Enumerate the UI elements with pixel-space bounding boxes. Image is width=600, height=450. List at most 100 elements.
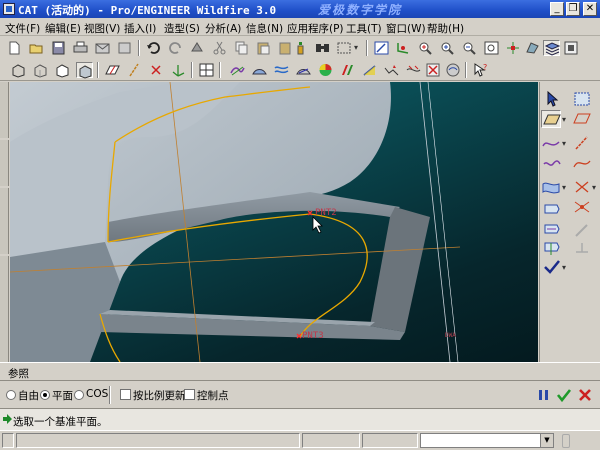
menu-view[interactable]: 视图(V) <box>84 21 120 36</box>
references-tab[interactable]: 参照 <box>8 366 29 381</box>
plane-icon[interactable] <box>541 110 561 128</box>
control-points-label[interactable]: 控制点 <box>197 388 229 403</box>
whats-this-icon[interactable]: ? <box>472 62 489 78</box>
layers-icon[interactable] <box>543 40 561 56</box>
wireframe-icon[interactable] <box>10 62 27 78</box>
redo-icon[interactable] <box>167 40 184 56</box>
deviation-icon[interactable] <box>383 62 400 78</box>
reflection-icon[interactable] <box>273 62 290 78</box>
normal-icon[interactable] <box>361 62 378 78</box>
menu-window[interactable]: 窗口(W) <box>386 21 426 36</box>
shaded-curvature-icon[interactable] <box>295 62 312 78</box>
cos-radio[interactable] <box>74 390 84 400</box>
plane-radio[interactable] <box>40 390 50 400</box>
left-panel-tab-top[interactable] <box>0 82 9 138</box>
free-curve-icon[interactable] <box>542 154 562 172</box>
send-icon[interactable] <box>116 40 133 56</box>
refit-icon[interactable] <box>483 40 500 56</box>
left-panel-tab-bottom[interactable] <box>0 188 9 254</box>
trim-analysis-icon[interactable] <box>405 62 422 78</box>
app-icon[interactable] <box>3 3 15 15</box>
chevron-down-icon[interactable]: ▼ <box>540 434 553 447</box>
graphics-window[interactable]: PNT2 PNT3 DWA <box>10 82 538 362</box>
zoom-out-icon[interactable] <box>461 40 478 56</box>
confirm-button[interactable] <box>555 386 573 404</box>
drop-icon[interactable] <box>572 240 592 258</box>
copy-icon[interactable] <box>233 40 250 56</box>
menu-analysis[interactable]: 分析(A) <box>205 21 241 36</box>
csys-display-icon[interactable] <box>170 62 187 78</box>
axis-display-icon[interactable] <box>126 62 143 78</box>
delete-analysis-icon[interactable] <box>425 62 442 78</box>
left-panel-tab-lower[interactable] <box>0 256 9 362</box>
cut-icon[interactable] <box>211 40 228 56</box>
open-icon[interactable] <box>28 40 45 56</box>
surface-icon[interactable] <box>541 178 561 196</box>
menu-file[interactable]: 文件(F) <box>5 21 40 36</box>
selection-filter-dropdown[interactable]: ▼ <box>420 433 554 448</box>
menu-tools[interactable]: 工具(T) <box>346 21 382 36</box>
style-surface-icon[interactable] <box>572 90 592 108</box>
plane-label[interactable]: 平面 <box>52 388 73 403</box>
saved-views-icon[interactable] <box>524 40 541 56</box>
model-tree-icon[interactable] <box>292 40 309 56</box>
save-analysis-icon[interactable] <box>445 62 462 78</box>
datum-label[interactable]: DWA <box>445 332 456 339</box>
select-icon[interactable] <box>542 90 562 108</box>
select-box-icon[interactable] <box>336 40 353 56</box>
slope-icon[interactable] <box>339 62 356 78</box>
csys-icon[interactable] <box>395 40 412 56</box>
project-icon[interactable] <box>542 240 562 258</box>
done-icon[interactable] <box>542 258 562 276</box>
free-radio[interactable] <box>6 390 16 400</box>
sketch-icon[interactable] <box>373 40 390 56</box>
surface-analysis-icon[interactable] <box>251 62 268 78</box>
spin-center-icon[interactable] <box>505 40 522 56</box>
menu-style[interactable]: 造型(S) <box>164 21 200 36</box>
curve-edit-icon[interactable] <box>572 154 592 172</box>
menu-help[interactable]: 帮助(H) <box>427 21 464 36</box>
pnt2-label[interactable]: PNT2 <box>315 208 337 218</box>
print-icon[interactable] <box>72 40 89 56</box>
control-points-checkbox[interactable] <box>184 389 195 400</box>
pause-button[interactable] <box>535 386 553 404</box>
trim-icon[interactable] <box>572 110 592 128</box>
cos-label[interactable]: COS <box>86 388 108 400</box>
save-icon[interactable] <box>50 40 67 56</box>
view-manager-icon[interactable] <box>198 62 215 78</box>
restore-button[interactable]: ❐ <box>566 2 580 16</box>
curve-analysis-icon[interactable] <box>229 62 246 78</box>
undo-icon[interactable] <box>145 40 162 56</box>
line-icon[interactable] <box>572 134 592 152</box>
menu-edit[interactable]: 编辑(E) <box>45 21 81 36</box>
close-button[interactable]: ✕ <box>583 2 597 16</box>
proportional-update-checkbox[interactable] <box>120 389 131 400</box>
curve-on-surface-icon[interactable] <box>542 222 562 240</box>
menu-info[interactable]: 信息(N) <box>246 21 283 36</box>
pnt3-label[interactable]: PNT3 <box>302 331 324 341</box>
side-wall[interactable] <box>370 207 430 332</box>
style-curve-main[interactable] <box>299 213 368 338</box>
offset-icon[interactable] <box>572 222 592 240</box>
free-label[interactable]: 自由 <box>18 388 39 403</box>
part-lower-face[interactable] <box>10 242 120 362</box>
new-icon[interactable] <box>6 40 23 56</box>
trim-curve-icon[interactable] <box>572 198 592 216</box>
split-icon[interactable] <box>542 202 562 220</box>
search-icon[interactable] <box>314 40 331 56</box>
point-display-icon[interactable] <box>148 62 165 78</box>
draft-icon[interactable] <box>317 62 334 78</box>
orient-icon[interactable] <box>417 40 434 56</box>
left-panel-tab-middle[interactable] <box>0 140 9 186</box>
curve-icon[interactable] <box>541 134 561 152</box>
menu-insert[interactable]: 插入(I) <box>124 21 156 36</box>
display-style-icon[interactable] <box>563 40 580 56</box>
connect-icon[interactable] <box>572 178 592 196</box>
email-icon[interactable] <box>94 40 111 56</box>
plane-display-icon[interactable] <box>104 62 121 78</box>
proportional-update-label[interactable]: 按比例更新 <box>133 388 186 403</box>
cancel-button[interactable] <box>576 386 594 404</box>
hidden-line-icon[interactable] <box>32 62 49 78</box>
regenerate-icon[interactable] <box>189 40 206 56</box>
paste-icon[interactable] <box>255 40 272 56</box>
